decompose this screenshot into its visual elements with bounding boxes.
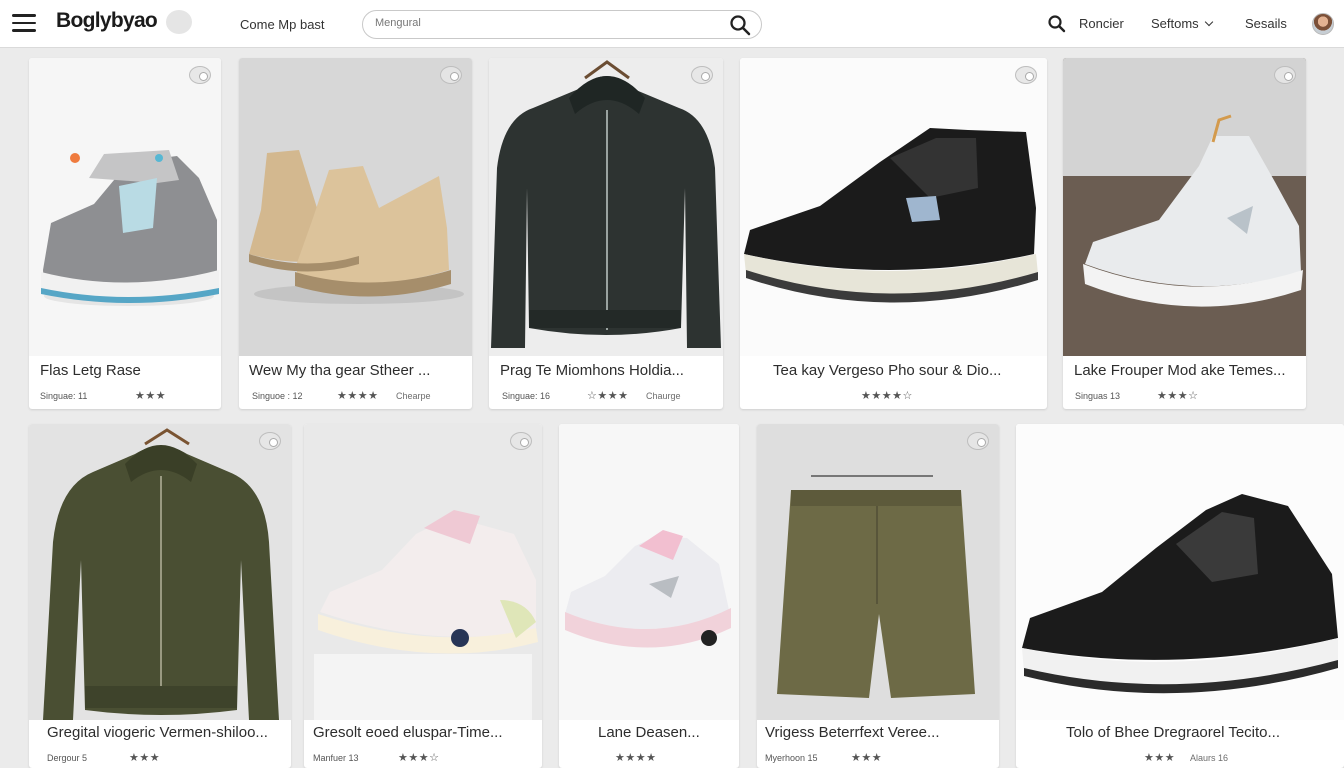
rating-stars: ★★★☆ xyxy=(398,752,440,764)
product-title: Tolo of Bhee Dregraorel Tecito... xyxy=(1066,724,1281,741)
product-image xyxy=(29,424,291,720)
product-card[interactable]: Flas Letg Rase Singuae: 11 ★★★ xyxy=(29,58,221,409)
favorite-icon[interactable] xyxy=(1274,66,1296,84)
product-card[interactable]: Gresolt eoed eluspar-Time... Manfuer 13 … xyxy=(304,424,542,768)
product-title: Gresolt eoed eluspar-Time... xyxy=(313,724,503,741)
rating-stars: ★★★★ xyxy=(615,752,657,764)
product-title: Vrigess Beterrfext Veree... xyxy=(765,724,940,741)
header-link-roncier[interactable]: Roncier xyxy=(1079,16,1124,31)
product-meta: Myerhoon 15 xyxy=(765,753,818,763)
user-avatar[interactable] xyxy=(1312,13,1334,35)
product-title: Gregital viogeric Vermen-shiloo... xyxy=(47,724,268,741)
rating-stars: ★★★☆ xyxy=(1157,390,1199,402)
header-nav-link[interactable]: Come Mp bast xyxy=(240,17,325,32)
product-card[interactable]: Wew My tha gear Stheer ... Singuoe : 12 … xyxy=(239,58,472,409)
favorite-icon[interactable] xyxy=(691,66,713,84)
favorite-icon[interactable] xyxy=(967,432,989,450)
product-tag: Alaurs 16 xyxy=(1190,753,1229,763)
header-link-seftoms-dropdown[interactable]: Seftoms xyxy=(1151,16,1213,31)
product-meta: Singuoe : 12 xyxy=(252,391,303,401)
product-card[interactable]: Vrigess Beterrfext Veree... Myerhoon 15 … xyxy=(757,424,999,768)
rating-stars: ★★★★ xyxy=(337,390,379,402)
rating-stars: ★★★ xyxy=(1144,752,1176,764)
product-card[interactable]: Tolo of Bhee Dregraorel Tecito... ★★★ Al… xyxy=(1016,424,1344,768)
product-meta: Singuas 13 xyxy=(1075,391,1121,401)
hamburger-menu-icon[interactable] xyxy=(12,14,36,34)
product-title: Lake Frouper Mod ake Temes... xyxy=(1074,362,1286,379)
favorite-icon[interactable] xyxy=(259,432,281,450)
top-header: Boglybyao Come Mp bast Roncier Seftoms S… xyxy=(0,0,1344,48)
product-title: Prag Te Miomhons Holdia... xyxy=(500,362,684,379)
product-image xyxy=(1016,424,1344,720)
site-logo[interactable]: Boglybyao xyxy=(56,9,158,33)
product-title: Lane Deasen... xyxy=(598,724,700,741)
search-icon[interactable] xyxy=(729,14,751,36)
product-image xyxy=(559,424,739,720)
rating-stars: ☆★★★ xyxy=(587,390,629,402)
chevron-down-icon xyxy=(1204,17,1213,27)
product-image xyxy=(1063,58,1306,356)
rating-stars: ★★★★☆ xyxy=(861,390,913,402)
product-image xyxy=(757,424,999,720)
header-search-icon[interactable] xyxy=(1047,14,1067,34)
product-meta: Singuae: 16 xyxy=(502,391,551,401)
rating-stars: ★★★ xyxy=(135,390,167,402)
dropdown-label: Seftoms xyxy=(1151,16,1199,31)
product-card[interactable]: Tea kay Vergeso Pho sour & Dio... ★★★★☆ xyxy=(740,58,1047,409)
favorite-icon[interactable] xyxy=(440,66,462,84)
product-image xyxy=(489,58,723,356)
product-tag: Chaurge xyxy=(646,391,681,401)
favorite-icon[interactable] xyxy=(1015,66,1037,84)
product-image xyxy=(740,58,1047,356)
product-meta: Manfuer 13 xyxy=(313,753,359,763)
logo-badge-icon xyxy=(166,10,192,34)
product-meta: Dergour 5 xyxy=(47,753,88,763)
search-input[interactable] xyxy=(375,17,715,29)
product-card[interactable]: Gregital viogeric Vermen-shiloo... Dergo… xyxy=(29,424,291,768)
product-image xyxy=(304,424,542,720)
product-image xyxy=(29,58,221,356)
favorite-icon[interactable] xyxy=(189,66,211,84)
rating-stars: ★★★ xyxy=(851,752,883,764)
product-meta: Singuae: 11 xyxy=(40,391,88,401)
product-image xyxy=(239,58,472,356)
product-tag: Chearpe xyxy=(396,391,431,401)
product-card[interactable]: Lane Deasen... ★★★★ xyxy=(559,424,739,768)
header-link-sesails[interactable]: Sesails xyxy=(1245,16,1287,31)
product-title: Wew My tha gear Stheer ... xyxy=(249,362,431,379)
rating-stars: ★★★ xyxy=(129,752,161,764)
favorite-icon[interactable] xyxy=(510,432,532,450)
product-card[interactable]: Prag Te Miomhons Holdia... Singuae: 16 ☆… xyxy=(489,58,723,409)
product-title: Flas Letg Rase xyxy=(40,362,141,379)
product-card[interactable]: Lake Frouper Mod ake Temes... Singuas 13… xyxy=(1063,58,1306,409)
search-bar xyxy=(362,10,762,39)
product-title: Tea kay Vergeso Pho sour & Dio... xyxy=(773,362,1002,379)
